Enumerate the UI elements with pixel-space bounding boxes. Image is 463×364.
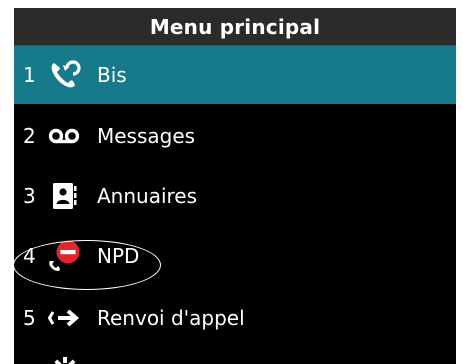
menu-item-number: 5 [23, 306, 36, 330]
call-forward-icon [47, 301, 81, 335]
menu-item-npd[interactable]: 4 NPD [14, 227, 456, 285]
menu-item-renvoi-appel[interactable]: 5 Renvoi d'appel [14, 289, 456, 347]
menu-item-label: Bis [97, 63, 127, 87]
menu-item-label: Messages [97, 124, 196, 148]
title-bar: Menu principal [14, 8, 456, 46]
menu-item-number: 2 [23, 124, 36, 148]
menu-item-number: 3 [23, 184, 36, 208]
menu-item-number: 1 [23, 63, 36, 87]
menu-item-bis[interactable]: 1 Bis [14, 46, 456, 104]
menu-item-label: NPD [97, 244, 140, 268]
page-title: Menu principal [149, 14, 321, 39]
directory-icon [47, 179, 81, 213]
phone-screen: Menu principal 1 Bis 2 Messages 3 Annuai… [14, 8, 456, 364]
settings-icon [50, 357, 80, 364]
redial-phone-icon [47, 58, 81, 92]
menu-item-label: Renvoi d'appel [97, 306, 245, 330]
menu-item-number: 4 [23, 244, 36, 268]
menu-item-messages[interactable]: 2 Messages [14, 107, 456, 165]
menu-item-label: Annuaires [97, 184, 198, 208]
do-not-disturb-icon [47, 239, 81, 273]
voicemail-icon [47, 119, 81, 153]
menu-item-annuaires[interactable]: 3 Annuaires [14, 167, 456, 225]
